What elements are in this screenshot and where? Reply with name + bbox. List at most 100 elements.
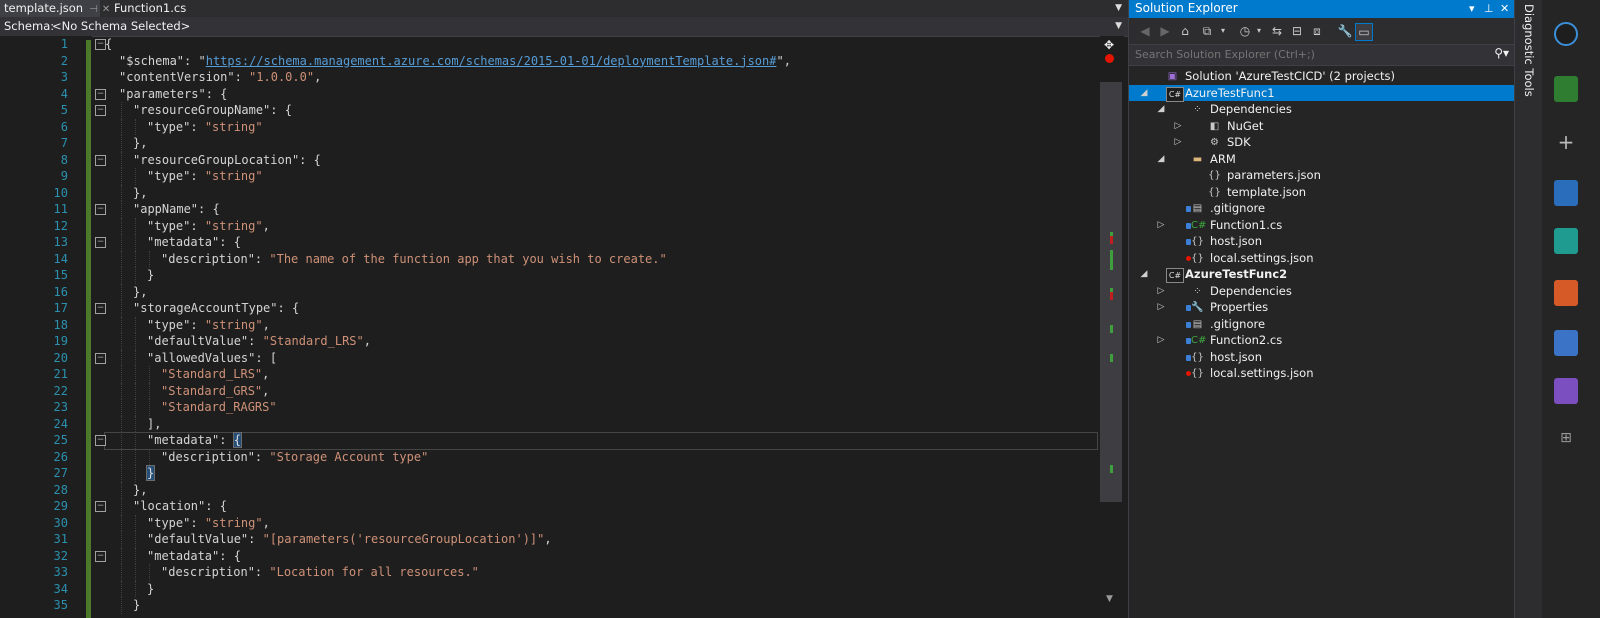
tree-item[interactable]: ▷ ◧ NuGet	[1129, 118, 1515, 135]
search-input[interactable]	[1129, 45, 1485, 64]
code-line[interactable]: "description": "Storage Account type"	[161, 449, 428, 466]
tree-item[interactable]: {} host.json	[1129, 349, 1515, 366]
expanded-arrow-icon[interactable]: ◢	[1139, 85, 1149, 101]
code-line[interactable]: "defaultValue": "Standard_LRS",	[147, 333, 371, 350]
code-line[interactable]: "description": "The name of the function…	[161, 251, 667, 268]
collapse-icon[interactable]: −	[95, 105, 106, 116]
code-line[interactable]: "storageAccountType": {	[133, 300, 299, 317]
code-line[interactable]: "metadata": {	[147, 548, 241, 565]
code-line[interactable]: "type": "string",	[147, 317, 270, 334]
collapsed-arrow-icon[interactable]: ▷	[1173, 118, 1183, 134]
code-line[interactable]: "allowedValues": [	[147, 350, 277, 367]
code-line[interactable]: "metadata": {	[147, 432, 242, 449]
code-line[interactable]: "Standard_RAGRS"	[161, 399, 277, 416]
grid-icon[interactable]: ⊞	[1554, 430, 1578, 456]
expanded-arrow-icon[interactable]: ◢	[1156, 101, 1166, 117]
git-icon[interactable]	[1554, 280, 1578, 306]
tree-item[interactable]: ▷ ⁘ Dependencies	[1129, 283, 1515, 300]
wrench-icon[interactable]: 🔧	[1337, 23, 1353, 39]
collapse-icon[interactable]: −	[95, 435, 106, 446]
expanded-arrow-icon[interactable]: ◢	[1139, 266, 1149, 282]
add-icon[interactable]: +	[1554, 130, 1578, 156]
tree-item[interactable]: ▷ 🔧 Properties	[1129, 299, 1515, 316]
tree-item[interactable]: ▷ ⚙ SDK	[1129, 134, 1515, 151]
tree-item[interactable]: ▷ C# Function1.cs	[1129, 217, 1515, 234]
collapse-icon[interactable]: −	[95, 88, 106, 100]
tab-function1-cs[interactable]: Function1.cs	[110, 0, 190, 17]
close-icon[interactable]: ✕	[1500, 0, 1509, 17]
storage-icon[interactable]	[1554, 180, 1578, 206]
tree-item[interactable]: ◢ C# AzureTestFunc1	[1129, 84, 1515, 102]
code-line[interactable]: "resourceGroupName": {	[133, 102, 292, 119]
code-line[interactable]: "contentVersion": "1.0.0.0",	[119, 69, 321, 86]
pin-icon[interactable]: ⊥	[1484, 0, 1494, 17]
code-line[interactable]: "type": "string"	[147, 168, 263, 185]
code-line[interactable]: "metadata": {	[147, 234, 241, 251]
tree-item[interactable]: ▷ C# Function2.cs	[1129, 332, 1515, 349]
split-editor-icon[interactable]: ✥	[1104, 38, 1114, 52]
chevron-down-icon[interactable]: ▾	[1251, 23, 1267, 39]
code-line[interactable]: "location": {	[133, 498, 227, 515]
pin-icon[interactable]: ⊣	[89, 4, 98, 15]
code-line[interactable]: "type": "string",	[147, 515, 270, 532]
scroll-down-icon[interactable]: ▼	[1106, 594, 1113, 604]
collapse-icon[interactable]: −	[95, 550, 106, 562]
code-editor[interactable]: template.json ⊣ ✕ Function1.cs ▼ Schema: <…	[0, 0, 1128, 618]
code-line[interactable]: },	[133, 284, 147, 301]
code-line[interactable]: "appName": {	[133, 201, 220, 218]
code-line[interactable]: }	[147, 267, 154, 284]
code-line[interactable]: },	[133, 185, 147, 202]
code-line[interactable]: "parameters": {	[119, 86, 227, 103]
back-icon[interactable]: ◀	[1137, 23, 1153, 39]
code-line[interactable]: "$schema": "https://schema.management.az…	[119, 53, 791, 70]
collapsed-arrow-icon[interactable]: ▷	[1156, 217, 1166, 233]
home-icon[interactable]: ⌂	[1177, 23, 1193, 39]
schema-link[interactable]: https://schema.management.azure.com/sche…	[206, 54, 777, 68]
code-line[interactable]: "Standard_LRS",	[161, 366, 269, 383]
collapse-icon[interactable]: −	[95, 39, 106, 50]
collapsed-arrow-icon[interactable]: ▷	[1156, 299, 1166, 315]
code-line[interactable]: {	[105, 36, 112, 53]
tab-template-json[interactable]: template.json ⊣ ✕	[0, 0, 110, 17]
tree-item[interactable]: {} local.settings.json	[1129, 250, 1515, 267]
tree-item[interactable]: {} template.json	[1129, 184, 1515, 201]
tree-item[interactable]: {} parameters.json	[1129, 167, 1515, 184]
search-icon[interactable]: ⚲▾	[1494, 46, 1509, 60]
preview-icon[interactable]: ▭	[1355, 23, 1373, 41]
collapse-icon[interactable]: −	[95, 501, 106, 512]
collapse-all-icon[interactable]: ⊟	[1289, 23, 1305, 39]
chevron-down-icon[interactable]: ▼	[1115, 0, 1122, 17]
tree-item[interactable]: ◢ C# AzureTestFunc2	[1129, 266, 1515, 283]
code-line[interactable]: },	[133, 135, 147, 152]
code-line[interactable]: }	[145, 465, 156, 482]
code-line[interactable]: "Standard_GRS",	[161, 383, 269, 400]
switch-views-icon[interactable]: ⧉	[1199, 23, 1215, 39]
chevron-down-icon[interactable]: ▾	[1469, 0, 1475, 17]
schema-dropdown[interactable]: <No Schema Selected>	[52, 19, 190, 33]
expanded-arrow-icon[interactable]: ◢	[1156, 151, 1166, 167]
diagnostic-tools-tab[interactable]: Diagnostic Tools	[1522, 4, 1536, 97]
chevron-down-icon[interactable]: ▼	[1115, 18, 1122, 35]
chat-icon[interactable]	[1554, 228, 1578, 254]
team-icon[interactable]	[1554, 330, 1578, 356]
code-line[interactable]: "type": "string",	[147, 218, 270, 235]
azure-icon[interactable]	[1554, 22, 1578, 46]
tree-item[interactable]: ◢ ▬ ARM	[1129, 151, 1515, 168]
tree-item[interactable]: ▤ .gitignore	[1129, 200, 1515, 217]
show-all-files-icon[interactable]: ⧈	[1309, 23, 1325, 39]
tree-item[interactable]: {} local.settings.json	[1129, 365, 1515, 382]
close-icon[interactable]: ✕	[102, 4, 110, 15]
tree-item[interactable]: {} host.json	[1129, 233, 1515, 250]
tree-item[interactable]: ▤ .gitignore	[1129, 316, 1515, 333]
code-line[interactable]: }	[147, 581, 154, 598]
sync-icon[interactable]: ⇆	[1269, 23, 1285, 39]
collapse-icon[interactable]: −	[95, 352, 106, 364]
code-line[interactable]: "resourceGroupLocation": {	[133, 152, 321, 169]
forward-icon[interactable]: ▶	[1157, 23, 1173, 39]
collapsed-arrow-icon[interactable]: ▷	[1156, 283, 1166, 299]
collapse-icon[interactable]: −	[95, 154, 106, 166]
code-line[interactable]: "defaultValue": "[parameters('resourceGr…	[147, 531, 552, 548]
code-line[interactable]: },	[133, 482, 147, 499]
collapsed-arrow-icon[interactable]: ▷	[1156, 332, 1166, 348]
code-line[interactable]: "description": "Location for all resourc…	[161, 564, 479, 581]
